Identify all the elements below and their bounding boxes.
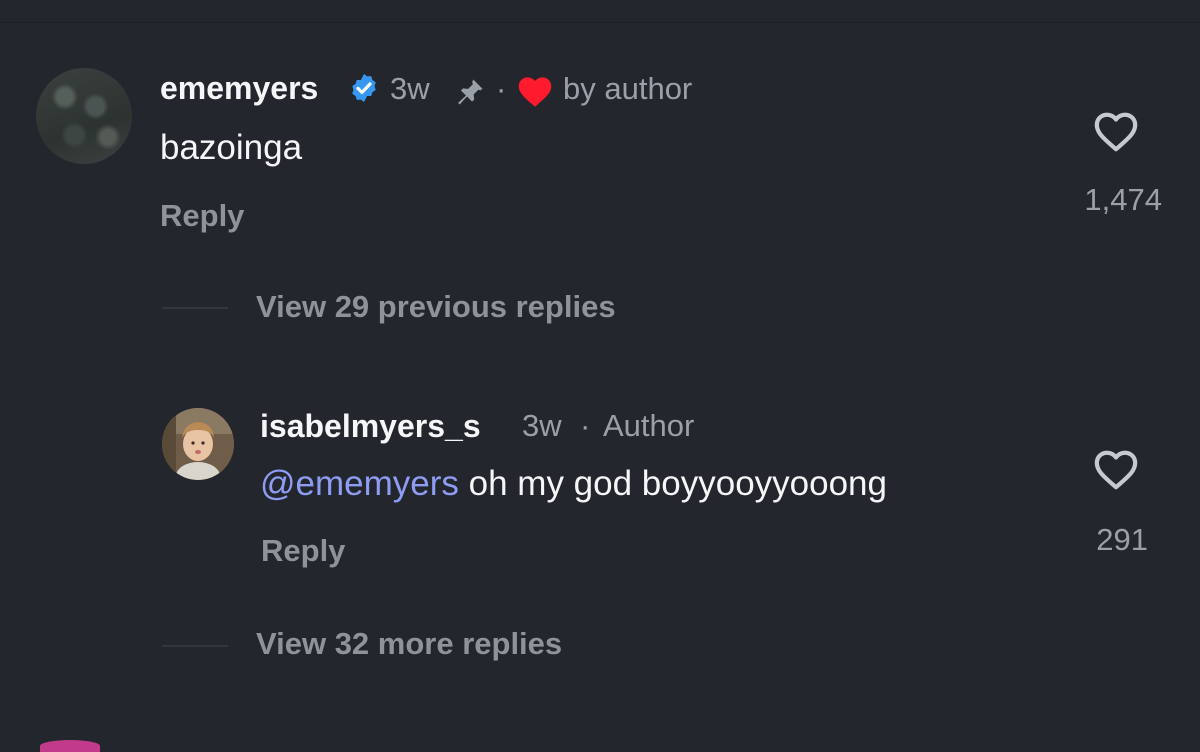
author-badge: Author: [603, 408, 695, 443]
reply-button[interactable]: Reply: [160, 198, 244, 234]
reply-text: @ememyers oh my god boyyooyyooong: [260, 464, 887, 504]
comment-time: 3w: [390, 71, 430, 106]
comment-username[interactable]: ememyers: [160, 70, 318, 107]
reply-time: 3w: [522, 408, 562, 443]
next-avatar-edge: [40, 740, 100, 752]
mention-link[interactable]: @ememyers: [260, 464, 459, 503]
pin-icon: [458, 79, 483, 105]
comment-text: bazoinga: [160, 128, 303, 167]
avatar-ememyers[interactable]: [36, 68, 132, 164]
avatar-photo: [162, 408, 234, 480]
heart-filled-icon: [518, 77, 552, 107]
view-previous-replies-button[interactable]: View 29 previous replies: [256, 289, 616, 325]
meta-separator: ·: [580, 408, 591, 443]
heart-outline-icon[interactable]: [1090, 108, 1142, 154]
like-count: 1,474: [1084, 182, 1162, 217]
verified-badge-icon: [352, 74, 376, 102]
like-count: 291: [1096, 522, 1148, 557]
meta-separator: ·: [496, 71, 507, 106]
heart-outline-icon[interactable]: [1090, 446, 1142, 492]
reply-username[interactable]: isabelmyers_s: [260, 408, 481, 445]
thread-line: [162, 645, 228, 647]
top-divider: [0, 22, 1200, 23]
liked-by-author-label: by author: [563, 71, 693, 106]
reply-body: oh my god boyyooyyooong: [468, 464, 887, 503]
reply-button[interactable]: Reply: [261, 533, 345, 569]
view-more-replies-button[interactable]: View 32 more replies: [256, 626, 562, 662]
avatar-isabelmyers_s[interactable]: [162, 408, 234, 480]
thread-line: [162, 307, 228, 309]
